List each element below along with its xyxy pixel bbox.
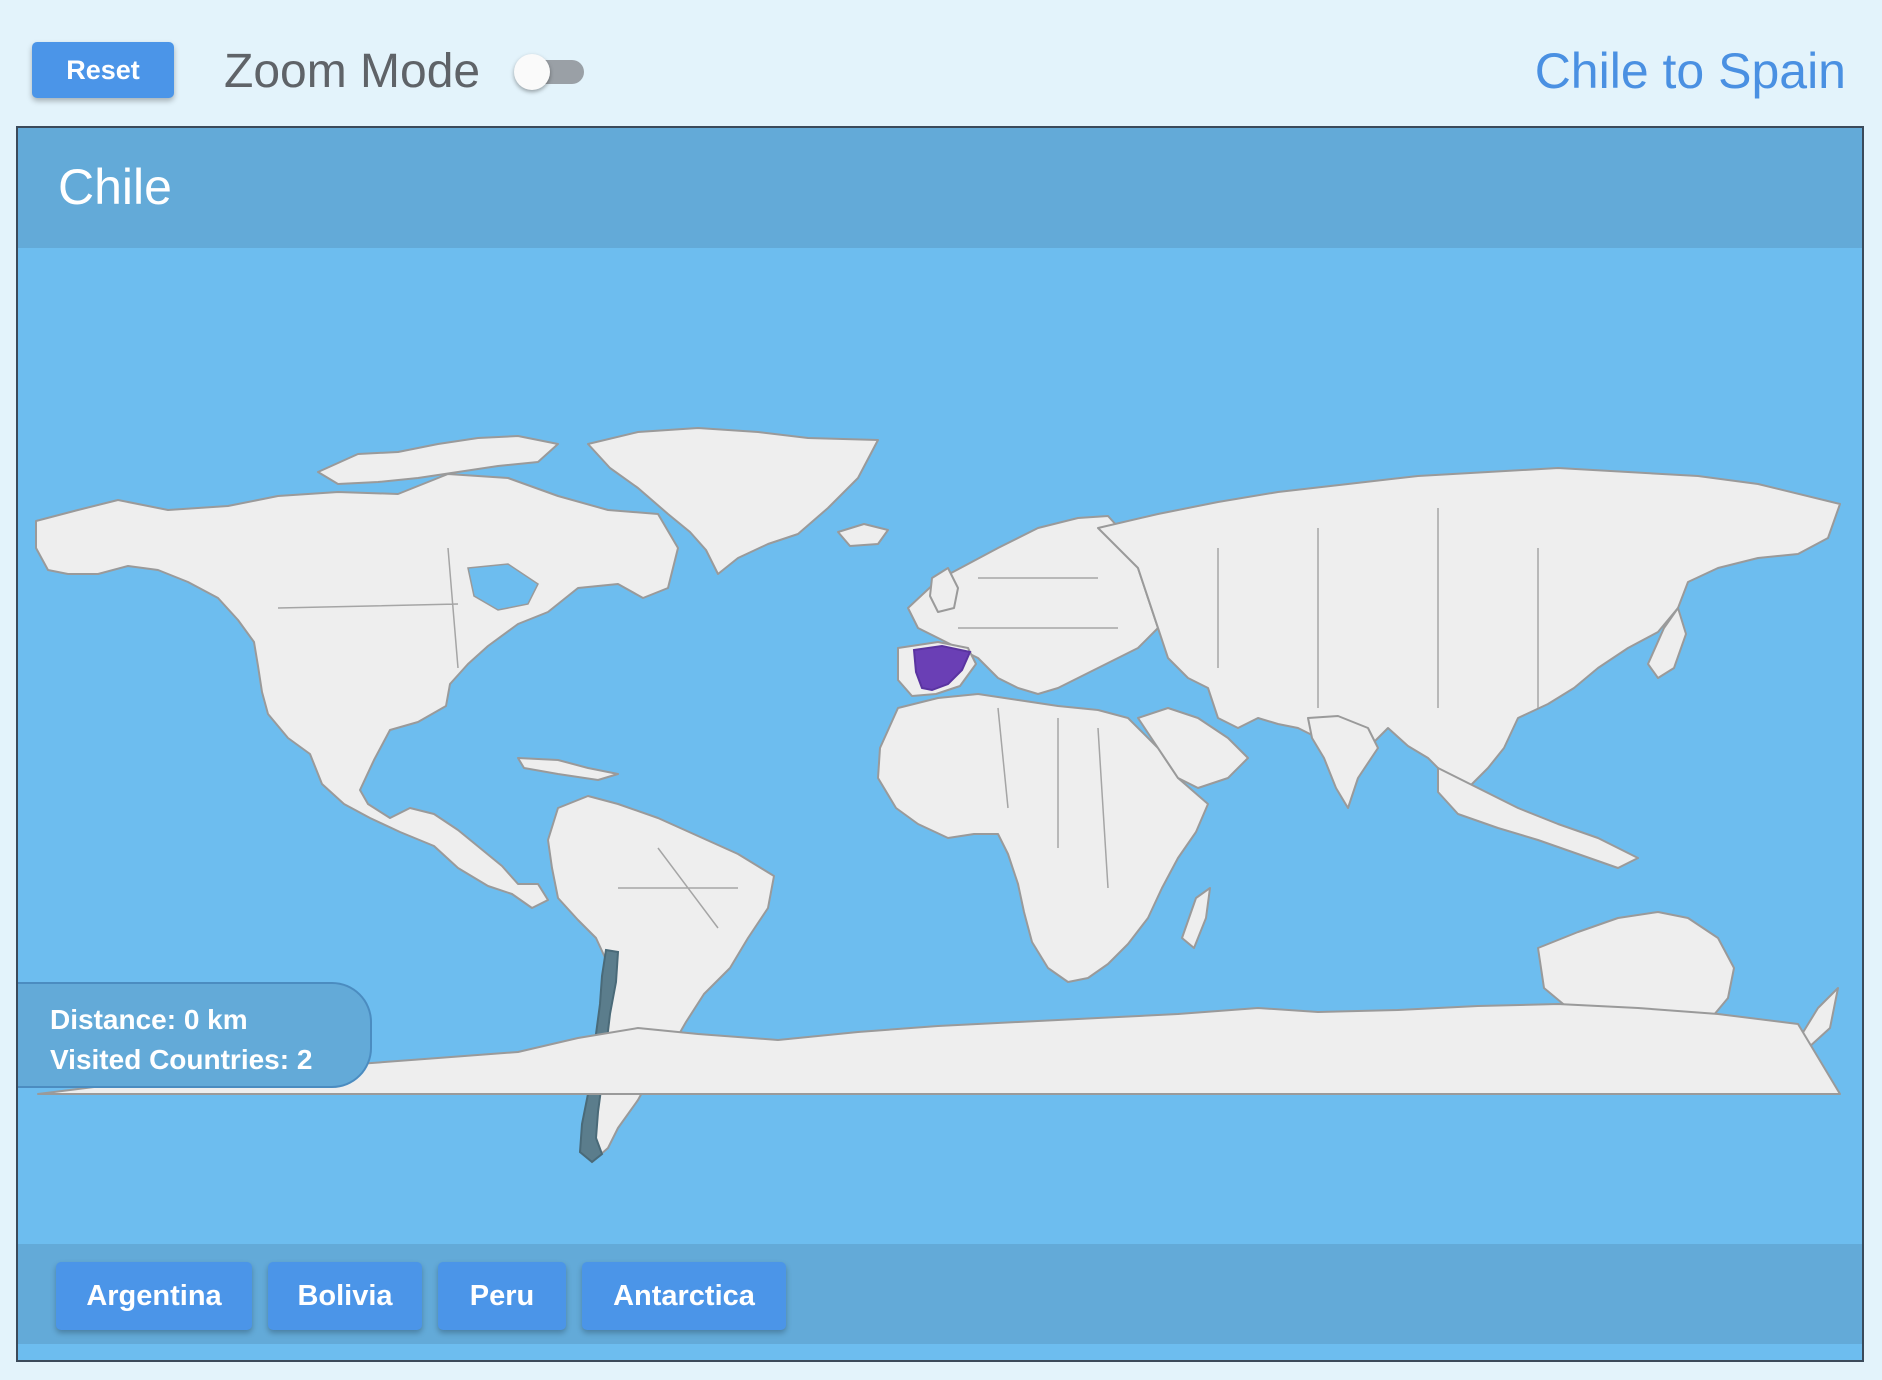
route-title: Chile to Spain xyxy=(1534,43,1846,99)
game-panel: Chile Distance: 0 km Visited Countries: … xyxy=(16,126,1864,1362)
neighbor-button-argentina[interactable]: Argentina xyxy=(56,1262,252,1330)
reset-button[interactable]: Reset xyxy=(32,42,174,98)
visited-countries-text: Visited Countries: 2 xyxy=(50,1044,313,1075)
neighbor-button-bolivia[interactable]: Bolivia xyxy=(268,1262,422,1330)
country-header: Chile xyxy=(18,128,1862,248)
neighbors-bar: Argentina Bolivia Peru Antarctica xyxy=(18,1244,1862,1344)
distance-text: Distance: 0 km xyxy=(50,1004,248,1035)
stats-panel: Distance: 0 km Visited Countries: 2 xyxy=(18,982,372,1088)
toggle-knob xyxy=(514,54,550,90)
world-map[interactable] xyxy=(18,248,1862,1248)
zoom-mode-label: Zoom Mode xyxy=(224,45,481,98)
neighbor-button-antarctica[interactable]: Antarctica xyxy=(582,1262,786,1330)
neighbor-button-peru[interactable]: Peru xyxy=(438,1262,566,1330)
current-country-title: Chile xyxy=(58,159,172,215)
top-toolbar: Reset Zoom Mode Chile to Spain xyxy=(0,0,1882,126)
zoom-mode-toggle[interactable] xyxy=(514,54,586,90)
